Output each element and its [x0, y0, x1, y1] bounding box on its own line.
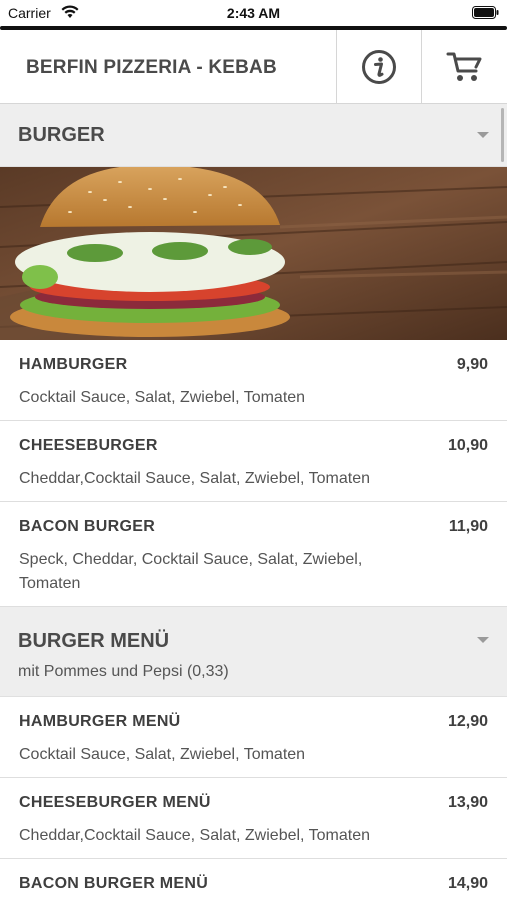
item-price: 12,90	[447, 713, 488, 730]
clock: 2:43 AM	[226, 5, 281, 21]
chevron-down-icon	[477, 132, 489, 138]
item-description: Cheddar,Cocktail Sauce, Salat, Zwiebel, …	[19, 827, 371, 844]
item-description: Speck, Cheddar, Cocktail Sauce, Salat, Z…	[19, 551, 363, 592]
category-title: BURGER	[18, 124, 105, 146]
item-name: HAMBURGER MENÜ	[19, 713, 181, 730]
item-name: CHEESEBURGER	[19, 437, 158, 454]
restaurant-title: BERFIN PIZZERIA - KEBAB	[26, 57, 277, 78]
menu-list: BURGER HAMBURGER 9,90 Cocktail Sauce, Sa…	[0, 104, 507, 900]
item-description: Cocktail Sauce, Salat, Zwiebel, Tomaten	[19, 389, 306, 406]
category-subtitle: mit Pommes und Pepsi (0,33)	[18, 663, 229, 680]
item-price: 11,90	[448, 518, 488, 535]
category-burger-menu[interactable]: BURGER MENÜ mit Pommes und Pepsi (0,33)	[0, 607, 507, 697]
menu-item[interactable]: HAMBURGER 9,90 Cocktail Sauce, Salat, Zw…	[0, 340, 507, 421]
item-name: HAMBURGER	[19, 356, 128, 373]
item-price: 9,90	[456, 356, 488, 373]
burger-category-image	[0, 167, 507, 340]
cart-button[interactable]	[421, 30, 507, 103]
item-price: 10,90	[447, 437, 488, 454]
menu-item[interactable]: HAMBURGER MENÜ 12,90 Cocktail Sauce, Sal…	[0, 697, 507, 778]
battery-icon	[472, 6, 499, 19]
menu-item[interactable]: BACON BURGER MENÜ 14,90	[0, 859, 507, 900]
item-name: CHEESEBURGER MENÜ	[19, 794, 211, 811]
chevron-down-icon	[477, 637, 489, 643]
status-bar: Carrier 2:43 AM	[0, 0, 507, 26]
item-name: BACON BURGER MENÜ	[19, 875, 209, 892]
info-circle-icon	[362, 49, 396, 84]
menu-item[interactable]: CHEESEBURGER MENÜ 13,90 Cheddar,Cocktail…	[0, 778, 507, 859]
info-button[interactable]	[336, 30, 421, 103]
menu-item[interactable]: BACON BURGER 11,90 Speck, Cheddar, Cockt…	[0, 502, 507, 607]
scrollbar[interactable]	[501, 108, 504, 162]
category-title: BURGER MENÜ	[18, 630, 170, 652]
item-description: Cheddar,Cocktail Sauce, Salat, Zwiebel, …	[19, 470, 371, 487]
item-description: Cocktail Sauce, Salat, Zwiebel, Tomaten	[19, 746, 306, 763]
menu-item[interactable]: CHEESEBURGER 10,90 Cheddar,Cocktail Sauc…	[0, 421, 507, 502]
category-burger[interactable]: BURGER	[0, 104, 507, 167]
item-name: BACON BURGER	[19, 518, 156, 535]
app-header: BERFIN PIZZERIA - KEBAB	[0, 30, 507, 104]
item-price: 14,90	[447, 875, 488, 892]
shopping-cart-icon	[446, 52, 482, 81]
item-price: 13,90	[447, 794, 488, 811]
